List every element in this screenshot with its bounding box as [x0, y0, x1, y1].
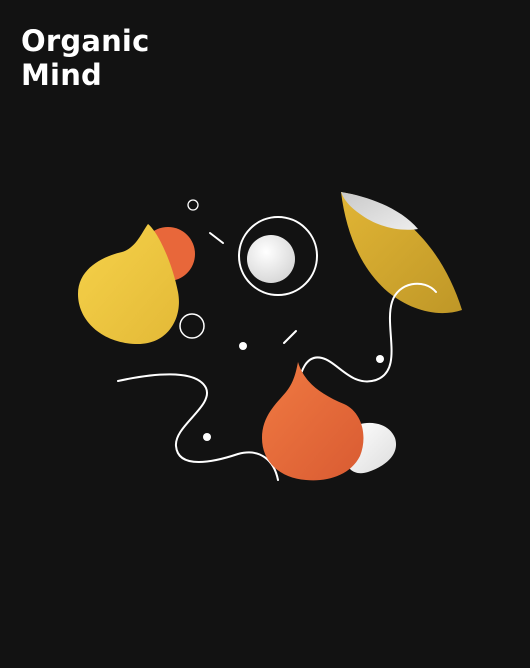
dot-2: [376, 355, 384, 363]
dot-3: [203, 433, 211, 441]
wavy-line-left: [117, 373, 279, 481]
white-ball: [247, 235, 295, 283]
tiny-ring: [187, 199, 199, 211]
orange-flame-drop: [262, 362, 364, 481]
abstract-illustration: [78, 192, 462, 481]
dot-1: [239, 342, 247, 350]
dash-1: [209, 232, 224, 244]
dash-2: [283, 330, 297, 344]
small-ring: [179, 313, 205, 339]
